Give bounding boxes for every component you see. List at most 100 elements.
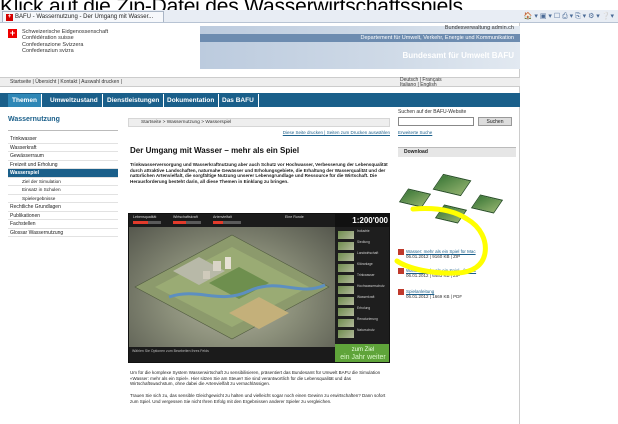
browser-tab[interactable]: + BAFU - Wassernutzung - Der Umgang mit … (2, 11, 164, 22)
advanced-search-link[interactable]: Erweiterte Suche (398, 130, 432, 135)
main-nav: Themen Umweltzustand Dienstleistungen Do… (0, 93, 520, 107)
sidebar-subitem-schulen[interactable]: Einsatz in Schulen (8, 186, 118, 195)
body-paragraph-2: Trauen Sie sich zu, das sensible Gleichg… (130, 393, 386, 404)
map-scale: 1:200'000 (335, 214, 389, 227)
download-box-title: Download (398, 147, 516, 157)
metric-label: Lebensqualität (133, 215, 157, 219)
download-manual-pdf[interactable]: Spielanleitung 06.01.2012 | 1669 KB | PD… (398, 289, 516, 299)
game-options-panel: 1:200'000 Industrie Siedlung Landwirtsch… (335, 214, 389, 362)
game-option[interactable]: Renaturierung (337, 317, 389, 328)
game-screenshot[interactable]: Lebensqualität Wirtschaftskraft Artenvie… (128, 213, 390, 363)
header-band: Bundesverwaltung admin.ch Departement fü… (200, 25, 520, 69)
service-bar: Startseite | Übersicht | Kontakt | Auswa… (0, 77, 520, 88)
sidebar: Wassernutzung Trinkwasser Wasserkraft Ge… (8, 115, 118, 420)
tab-dokumentation[interactable]: Dokumentation (163, 94, 220, 107)
metric-lebensqualitaet: Lebensqualität (133, 215, 163, 226)
service-links[interactable]: Startseite | Übersicht | Kontakt | Auswa… (10, 78, 122, 87)
game-option[interactable]: Naturschutz (337, 328, 389, 339)
sidebar-item-wasserkraft[interactable]: Wasserkraft (8, 144, 118, 152)
search-button[interactable]: Suchen (478, 117, 512, 126)
metric-fill (213, 221, 223, 224)
game-option-label: Industrie (357, 229, 370, 233)
game-option[interactable]: Industrie (337, 229, 389, 240)
game-option[interactable]: Landwirtschaft (337, 251, 389, 262)
next-year-label: ein Jahr weiter (340, 354, 386, 361)
logo-line-rm: Confederaziun svizra (22, 47, 74, 54)
swiss-favicon-icon: + (6, 14, 13, 21)
sidebar-item-wasserspiel[interactable]: Wasserspiel (8, 169, 118, 178)
search-label: Suchen auf der BAFU-Website (398, 109, 467, 115)
sidebar-item-glossar[interactable]: Glossar Wassernutzung (8, 229, 118, 237)
game-option-label: Hochwasserschutz (357, 284, 385, 288)
option-thumb-icon (338, 319, 354, 327)
tab-umweltzustand[interactable]: Umweltzustand (46, 94, 103, 107)
sidebar-item-publikationen[interactable]: Publikationen (8, 212, 118, 220)
game-option-label: Trinkwasser (357, 273, 375, 277)
tab-dienstleistungen[interactable]: Dienstleistungen (103, 94, 165, 107)
main-content: Startseite > Wassernutzung > Wasserspiel… (128, 118, 390, 423)
download-meta: 06.01.2012 | 1669 KB | PDF (406, 294, 463, 300)
game-option[interactable]: Trinkwasser (337, 273, 389, 284)
highlight-stroke (394, 206, 488, 276)
sidebar-item-gewaesserraum[interactable]: Gewässerraum (8, 152, 118, 161)
option-thumb-icon (338, 231, 354, 239)
game-option-label: Kläranlage (357, 262, 373, 266)
metric-wirtschaft: Wirtschaftskraft (173, 215, 203, 226)
browser-tab-title: BAFU - Wassernutzung - Der Umgang mit Wa… (15, 14, 154, 20)
game-option-label: Landwirtschaft (357, 251, 379, 255)
office-name: Bundesamt für Umwelt BAFU (402, 51, 514, 60)
game-option[interactable]: Kläranlage (337, 262, 389, 273)
confederation-logo[interactable]: + Schweizerische Eidgenossenschaft Confé… (8, 29, 158, 69)
sidebar-item-recht[interactable]: Rechtliche Grundlagen (8, 203, 118, 212)
option-thumb-icon (338, 297, 354, 305)
next-year-button[interactable]: zum Ziel ein Jahr weiter (335, 344, 389, 362)
game-option-label: Naturschutz (357, 328, 375, 332)
department-bar: Departement für Umwelt, Verkehr, Energie… (200, 34, 520, 42)
game-status-text: Wählen Sie Optionen zum Bearbeiten Ihres… (129, 347, 335, 362)
sidebar-item-freizeit[interactable]: Freizeit und Erholung (8, 161, 118, 169)
print-links[interactable]: Diese Seite drucken | Seiten zum Drucken… (283, 130, 390, 135)
toolbar-icons[interactable]: 🏠 ▾ ▣ ▾ ☐ ⎙ ▾ ⎘ ▾ ⚙ ▾ ❔▾ (524, 11, 614, 22)
sidebar-title: Wassernutzung (8, 115, 118, 131)
option-thumb-icon (338, 308, 354, 316)
game-option[interactable]: Wasserkraft (337, 295, 389, 306)
metric-track (213, 221, 241, 224)
site-header: + Schweizerische Eidgenossenschaft Confé… (0, 23, 520, 71)
game-option[interactable]: Hochwasserschutz (337, 284, 389, 295)
sidebar-subitem-ziel[interactable]: Ziel der Simulation (8, 178, 118, 186)
browser-toolbar: + BAFU - Wassernutzung - Der Umgang mit … (0, 10, 618, 23)
next-year-small-label: zum Ziel (351, 347, 375, 353)
metric-artenvielfalt: Artenvielfalt (213, 215, 243, 226)
sidebar-item-trinkwasser[interactable]: Trinkwasser (8, 135, 118, 144)
page-title: Der Umgang mit Wasser – mehr als ein Spi… (130, 146, 300, 155)
logo-text: Schweizerische Eidgenossenschaft Confédé… (22, 29, 108, 54)
option-thumb-icon (338, 330, 354, 338)
search-input[interactable] (398, 117, 474, 126)
tab-themen[interactable]: Themen (8, 94, 42, 107)
game-landscape (129, 227, 335, 347)
option-thumb-icon (338, 275, 354, 283)
game-option[interactable]: Siedlung (337, 240, 389, 251)
sidebar-subitem-ergebnisse[interactable]: Spielergebnisse (8, 195, 118, 203)
game-option-label: Wasserkraft (357, 295, 375, 299)
metric-label: Artenvielfalt (213, 215, 232, 219)
body-paragraph-1: Um für die komplexe System Wasserwirtsch… (130, 370, 381, 386)
game-option-label: Renaturierung (357, 317, 378, 321)
sidebar-item-fachstellen[interactable]: Fachstellen (8, 220, 118, 229)
swiss-cross-icon: + (8, 28, 17, 38)
game-option[interactable]: Erholung (337, 306, 389, 317)
option-thumb-icon (338, 264, 354, 272)
language-switch[interactable]: Deutsch | Français Italiano | English (400, 78, 442, 88)
admin-link[interactable]: Bundesverwaltung admin.ch (445, 25, 514, 31)
game-tile-icon (432, 173, 472, 197)
breadcrumb[interactable]: Startseite > Wassernutzung > Wasserspiel (128, 118, 390, 127)
landscape-graphic (134, 234, 330, 340)
metric-track (173, 221, 201, 224)
option-thumb-icon (338, 242, 354, 250)
option-thumb-icon (338, 286, 354, 294)
language-line-2[interactable]: Italiano | English (400, 83, 442, 88)
round-label: Eine Runde (285, 215, 304, 219)
highlight-scribble (394, 206, 488, 276)
option-thumb-icon (338, 253, 354, 261)
tab-das-bafu[interactable]: Das BAFU (218, 94, 259, 107)
